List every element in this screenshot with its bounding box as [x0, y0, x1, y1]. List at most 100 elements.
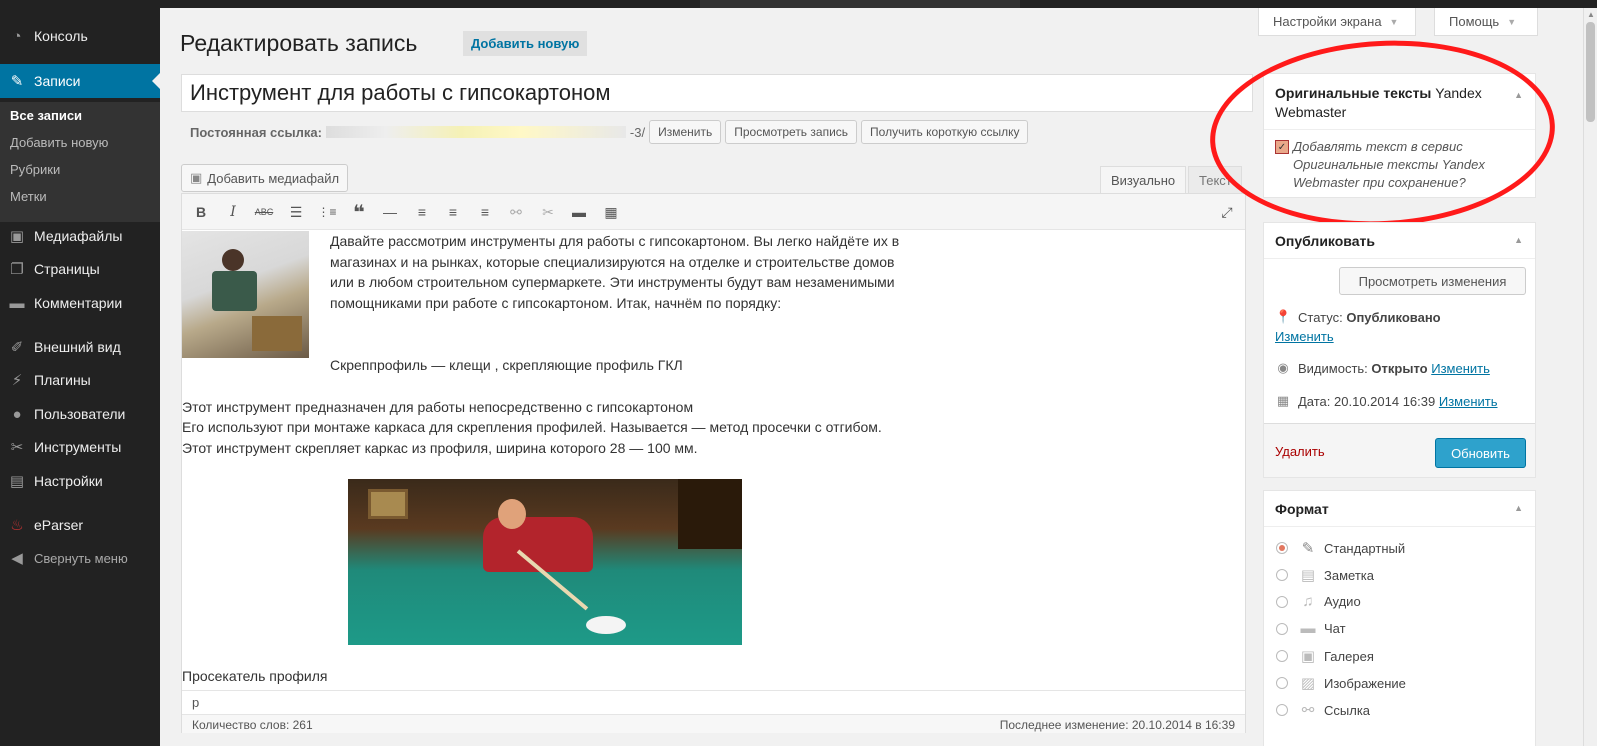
format-radio[interactable] — [1276, 704, 1288, 716]
posts-submenu: Все записи Добавить новую Рубрики Метки — [0, 102, 160, 222]
sidebar-item-label: Пользователи — [34, 406, 126, 422]
sidebar-item-pages[interactable]: ❐ Страницы — [0, 252, 160, 286]
post-image-worker[interactable] — [182, 231, 309, 358]
update-button[interactable]: Обновить — [1435, 438, 1526, 468]
preview-changes-button[interactable]: Просмотреть изменения — [1339, 267, 1526, 295]
sidebar-item-label: Инструменты — [34, 439, 122, 455]
sidebar-item-label: Свернуть меню — [34, 550, 128, 566]
submenu-tags[interactable]: Метки — [10, 189, 47, 204]
sidebar-item-comments[interactable]: ▬ Комментарии — [0, 286, 160, 320]
pin-icon: 📍 — [1275, 309, 1292, 324]
sidebar-item-media[interactable]: ▣ Медиафайлы — [0, 219, 160, 253]
date-label: Дата: — [1298, 393, 1331, 409]
dashboard-icon: ◔ — [12, 27, 22, 45]
status-value: Опубликовано — [1346, 309, 1441, 325]
page-scrollbar[interactable]: ▲ — [1583, 8, 1597, 746]
editor-toolbar: B I ABC ☰ ⋮≡ ❝ — ≡ ≡ ≡ ⚯ ✂ ▬ ▦ ⤢ — [182, 194, 1245, 230]
format-option-audio[interactable]: ♫ Аудио — [1276, 593, 1361, 610]
date-edit-link[interactable]: Изменить — [1439, 394, 1498, 409]
screen-options-button[interactable]: Настройки экрана ▼ — [1258, 8, 1416, 36]
format-option-aside[interactable]: ▤ Заметка — [1276, 566, 1374, 584]
format-radio[interactable] — [1276, 569, 1288, 581]
post-title-input[interactable]: Инструмент для работы с гипсокартоном — [181, 74, 1253, 112]
status-edit-link[interactable]: Изменить — [1275, 329, 1334, 344]
visibility-edit-link[interactable]: Изменить — [1431, 361, 1490, 376]
submenu-categories[interactable]: Рубрики — [10, 162, 60, 177]
permalink-row: Постоянная ссылка: -3/ Изменить Просмотр… — [190, 120, 1032, 144]
get-shortlink-button[interactable]: Получить короткую ссылку — [861, 120, 1029, 144]
permalink-url-redacted[interactable] — [325, 126, 626, 138]
sidebar-item-plugins[interactable]: ⚡ Плагины — [0, 363, 160, 397]
strikethrough-icon[interactable]: ABC — [253, 201, 275, 223]
sidebar-item-dashboard[interactable]: ◔ Консоль — [0, 19, 160, 53]
eparser-icon: ♨ — [10, 517, 24, 534]
align-right-icon[interactable]: ≡ — [474, 201, 496, 223]
bullet-list-icon[interactable]: ☰ — [285, 201, 307, 223]
format-label: Стандартный — [1324, 540, 1406, 556]
visibility-row: ◉ Видимость: Открыто Изменить — [1275, 360, 1490, 376]
note-icon: ▤ — [1300, 567, 1316, 584]
italic-icon[interactable]: I — [222, 201, 244, 223]
delete-link[interactable]: Удалить — [1275, 444, 1325, 459]
unlink-icon[interactable]: ✂ — [537, 201, 559, 223]
blockquote-icon[interactable]: ❝ — [348, 201, 370, 224]
scroll-up-icon[interactable]: ▲ — [1587, 10, 1595, 19]
format-option-image[interactable]: ▨ Изображение — [1276, 674, 1406, 692]
format-box-header[interactable]: Формат ▲ — [1264, 491, 1535, 527]
format-option-standard[interactable]: ✎ Стандартный — [1276, 539, 1405, 557]
help-button[interactable]: Помощь ▼ — [1434, 8, 1538, 36]
format-option-link[interactable]: ⚯ Ссылка — [1276, 701, 1370, 719]
add-new-post-button[interactable]: Добавить новую — [463, 31, 588, 56]
sidebar-item-users[interactable]: ● Пользователи — [0, 397, 160, 431]
fullscreen-icon[interactable]: ⤢ — [1216, 201, 1238, 223]
word-count: Количество слов: 261 — [192, 718, 313, 732]
read-more-icon[interactable]: ▬ — [568, 201, 590, 223]
format-radio[interactable] — [1276, 650, 1288, 662]
editor-content[interactable]: Давайте рассмотрим инструменты для работ… — [182, 231, 1245, 691]
publish-box-header[interactable]: Опубликовать ▲ — [1264, 223, 1535, 259]
view-post-button[interactable]: Просмотреть запись — [725, 120, 858, 144]
link-icon[interactable]: ⚯ — [505, 201, 527, 223]
collapse-menu-button[interactable]: ◀ Свернуть меню — [0, 541, 160, 575]
bold-icon[interactable]: B — [190, 201, 212, 223]
last-modified: Последнее изменение: 20.10.2014 в 16:39 — [999, 718, 1235, 732]
numbered-list-icon[interactable]: ⋮≡ — [316, 201, 338, 223]
sidebar-item-appearance[interactable]: ✐ Внешний вид — [0, 330, 160, 364]
sidebar-item-label: eParser — [34, 517, 84, 533]
align-left-icon[interactable]: ≡ — [411, 201, 433, 223]
user-icon: ● — [12, 405, 22, 423]
plugin-icon: ⚡ — [11, 372, 23, 389]
admin-sidebar: ◔ Консоль ✎ Записи Все записи Добавить н… — [0, 8, 160, 746]
post-image-billiards[interactable] — [348, 479, 742, 645]
format-option-gallery[interactable]: ▣ Галерея — [1276, 647, 1374, 665]
sidebar-item-eparser[interactable]: ♨ eParser — [0, 508, 160, 542]
toggle-arrow-icon[interactable]: ▲ — [1514, 503, 1523, 513]
audio-icon: ♫ — [1302, 593, 1314, 610]
align-center-icon[interactable]: ≡ — [442, 201, 464, 223]
annotation-circle — [1205, 32, 1560, 235]
sidebar-item-label: Записи — [34, 73, 81, 89]
format-radio[interactable] — [1276, 677, 1288, 689]
sidebar-item-label: Медиафайлы — [34, 228, 123, 244]
format-radio[interactable] — [1276, 622, 1288, 635]
add-media-button[interactable]: ▣ Добавить медиафайл — [181, 164, 349, 192]
sidebar-item-settings[interactable]: ▤ Настройки — [0, 464, 160, 498]
edit-permalink-button[interactable]: Изменить — [649, 120, 722, 144]
tab-visual[interactable]: Визуально — [1100, 166, 1187, 194]
format-label: Аудио — [1324, 594, 1361, 609]
screen-options-label: Настройки экрана — [1273, 14, 1382, 29]
sidebar-item-tools[interactable]: ✂ Инструменты — [0, 430, 160, 464]
toggle-arrow-icon[interactable]: ▲ — [1514, 235, 1523, 245]
wrench-icon: ✂ — [10, 439, 24, 456]
post-editor: B I ABC ☰ ⋮≡ ❝ — ≡ ≡ ≡ ⚯ ✂ ▬ ▦ ⤢ Давайте… — [181, 193, 1246, 733]
format-radio[interactable] — [1276, 542, 1288, 554]
submenu-add-new[interactable]: Добавить новую — [10, 135, 108, 150]
horizontal-line-icon[interactable]: — — [379, 201, 401, 223]
scrollbar-thumb[interactable] — [1586, 22, 1595, 122]
submenu-all-posts[interactable]: Все записи — [10, 108, 82, 123]
toolbar-toggle-icon[interactable]: ▦ — [600, 201, 622, 223]
format-option-chat[interactable]: ▬ Чат — [1276, 620, 1346, 637]
sidebar-item-posts[interactable]: ✎ Записи — [0, 64, 160, 98]
format-radio[interactable] — [1276, 595, 1288, 608]
pin-icon: ✎ — [1301, 540, 1315, 557]
